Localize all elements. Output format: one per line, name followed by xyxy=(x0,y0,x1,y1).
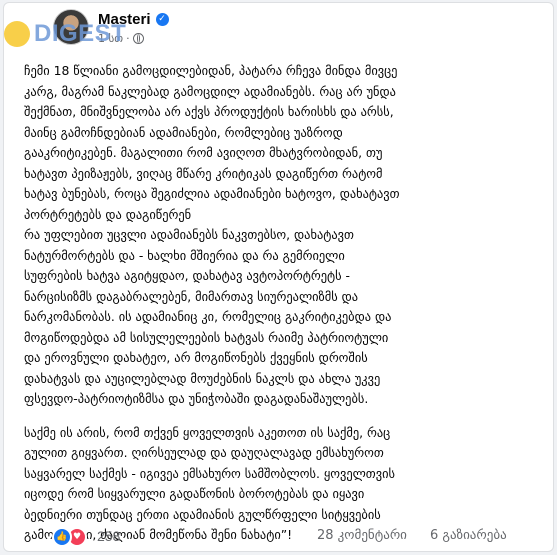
reactions-count[interactable]: 258 xyxy=(97,528,120,544)
verified-badge-icon: ✓ xyxy=(155,13,169,26)
separator-dot: · xyxy=(126,32,130,45)
post-body: ჩემი 18 წლიანი გამოცდილებიდან, პატარა რჩ… xyxy=(24,61,539,546)
reaction-icons[interactable]: 👍 ♥ xyxy=(52,527,87,547)
post-card: Masteri ✓ 1 სთ · ჩემი 18 წლიანი გამოცდილ… xyxy=(3,2,554,552)
like-icon: 👍 xyxy=(52,527,72,547)
globe-icon xyxy=(132,33,144,44)
post-footer: 👍 ♥ 258 28 კომენტარი 6 გაზიარება xyxy=(4,517,553,551)
comments-link[interactable]: 28 კომენტარი xyxy=(317,528,407,543)
watermark-text: DIGEST xyxy=(34,20,127,47)
shares-link[interactable]: 6 გაზიარება xyxy=(430,528,507,543)
post-paragraph-1: ჩემი 18 წლიანი გამოცდილებიდან, პატარა რჩ… xyxy=(24,63,400,406)
watermark-circle-icon xyxy=(4,21,30,47)
watermark-logo: DIGEST xyxy=(4,20,126,48)
